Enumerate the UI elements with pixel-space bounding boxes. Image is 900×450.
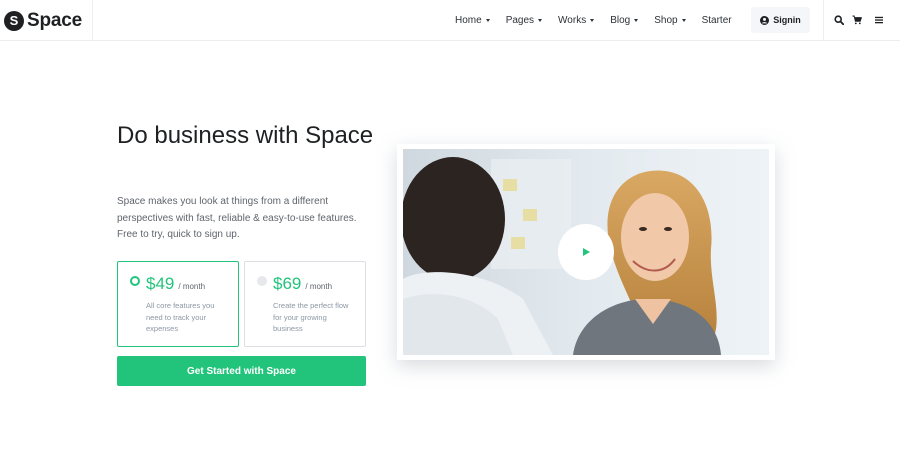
plan-card-basic[interactable]: $49 / month All core features you need t…	[117, 261, 239, 347]
signin-button[interactable]: Signin	[751, 7, 810, 33]
brand-logo[interactable]: S Space	[0, 0, 93, 41]
play-icon	[583, 248, 590, 256]
brand-mark: S	[4, 10, 24, 31]
header-divider	[823, 0, 824, 41]
menu-icon[interactable]	[874, 15, 884, 25]
site-header: S Space Home Pages Works Blog Shop Start…	[0, 0, 900, 41]
search-icon[interactable]	[834, 15, 844, 25]
plan-price-period: / month	[178, 282, 206, 291]
brand-name: Space	[27, 9, 82, 31]
plan-price: $49 / month	[146, 274, 205, 294]
signin-label: Signin	[773, 15, 801, 25]
plan-radio[interactable]	[257, 276, 267, 286]
main-nav: Home Pages Works Blog Shop Starter	[455, 0, 748, 41]
chevron-down-icon	[590, 19, 595, 22]
hero-title: Do business with Space	[117, 122, 374, 149]
hero-description: Space makes you look at things from a di…	[117, 196, 357, 240]
chevron-down-icon	[538, 19, 543, 22]
user-circle-icon	[760, 15, 770, 25]
plan-radio-selected[interactable]	[130, 276, 140, 286]
nav-item-shop[interactable]: Shop	[654, 15, 686, 26]
nav-item-label: Works	[558, 15, 587, 26]
chevron-down-icon	[485, 19, 490, 22]
nav-item-label: Pages	[505, 15, 535, 26]
plan-price-period: / month	[305, 282, 333, 291]
plan-price-amount: $69	[273, 274, 302, 293]
nav-item-starter[interactable]: Starter	[702, 15, 732, 26]
nav-item-label: Blog	[610, 15, 631, 26]
play-button[interactable]	[558, 224, 614, 280]
nav-item-pages[interactable]: Pages	[505, 15, 543, 26]
nav-item-works[interactable]: Works	[558, 15, 595, 26]
plan-price: $69 / month	[273, 274, 332, 294]
get-started-button[interactable]: Get Started with Space	[117, 356, 366, 386]
nav-item-label: Shop	[654, 15, 678, 26]
nav-item-home[interactable]: Home	[455, 15, 490, 26]
plan-card-pro[interactable]: $69 / month Create the perfect flow for …	[244, 261, 366, 347]
plan-description: Create the perfect flow for your growing…	[273, 301, 349, 333]
plan-price-amount: $49	[146, 274, 175, 293]
chevron-down-icon	[634, 19, 639, 22]
chevron-down-icon	[681, 19, 686, 22]
nav-item-label: Starter	[701, 15, 732, 26]
cart-icon[interactable]	[852, 15, 862, 25]
plan-description: All core features you need to track your…	[146, 301, 215, 333]
nav-item-blog[interactable]: Blog	[610, 15, 639, 26]
nav-item-label: Home	[455, 15, 482, 26]
